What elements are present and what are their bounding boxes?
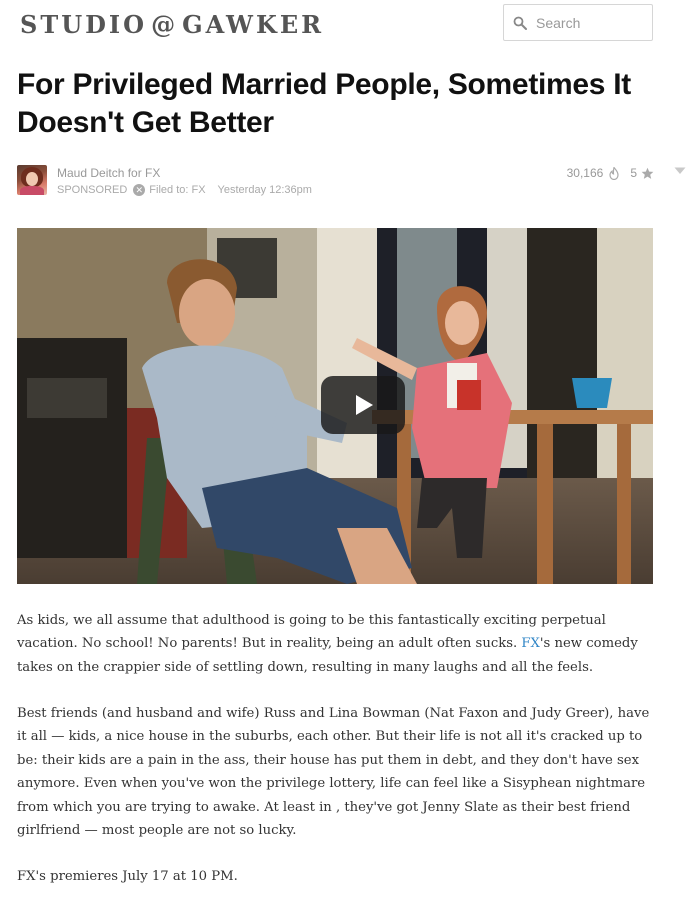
play-icon [356, 395, 373, 415]
article-paragraph-2: Best friends (and husband and wife) Russ… [17, 706, 650, 839]
article-stats: 30,166 5 [567, 166, 654, 180]
chevron-down-icon[interactable] [674, 167, 686, 175]
logo-studio: STUDIO [20, 9, 148, 39]
video-player[interactable] [17, 228, 653, 584]
site-logo[interactable]: STUDIO @ GAWKER [20, 9, 324, 39]
fx-link[interactable]: FX [521, 636, 540, 651]
p1-text-before: As kids, we all assume that adulthood is… [17, 613, 606, 652]
search-input[interactable] [536, 14, 646, 31]
sponsored-label: SPONSORED [57, 184, 128, 196]
star-count: 5 [630, 166, 637, 180]
article-title: For Privileged Married People, Sometimes… [17, 68, 631, 139]
timestamp[interactable]: Yesterday 12:36pm [218, 184, 312, 196]
search-icon [513, 16, 527, 30]
article-paragraph-1: As kids, we all assume that adulthood is… [17, 609, 653, 679]
author-name[interactable]: Maud Deitch for FX [57, 166, 160, 180]
view-count: 30,166 [566, 166, 604, 180]
filed-to-icon: ✕ [133, 184, 146, 196]
article-paragraph-3: FX's premieres July 17 at 10 PM. [17, 869, 238, 884]
play-button[interactable] [321, 376, 405, 434]
article-meta: SPONSORED ✕ Filed to: FX Yesterday 12:36… [57, 184, 312, 196]
flame-icon [609, 166, 619, 180]
author-avatar[interactable] [17, 165, 47, 195]
search-box[interactable] [503, 4, 653, 41]
star-icon[interactable] [641, 167, 654, 180]
logo-at: @ [151, 9, 179, 39]
logo-gawker: GAWKER [182, 9, 325, 39]
filed-to-link[interactable]: Filed to: FX [149, 184, 205, 196]
